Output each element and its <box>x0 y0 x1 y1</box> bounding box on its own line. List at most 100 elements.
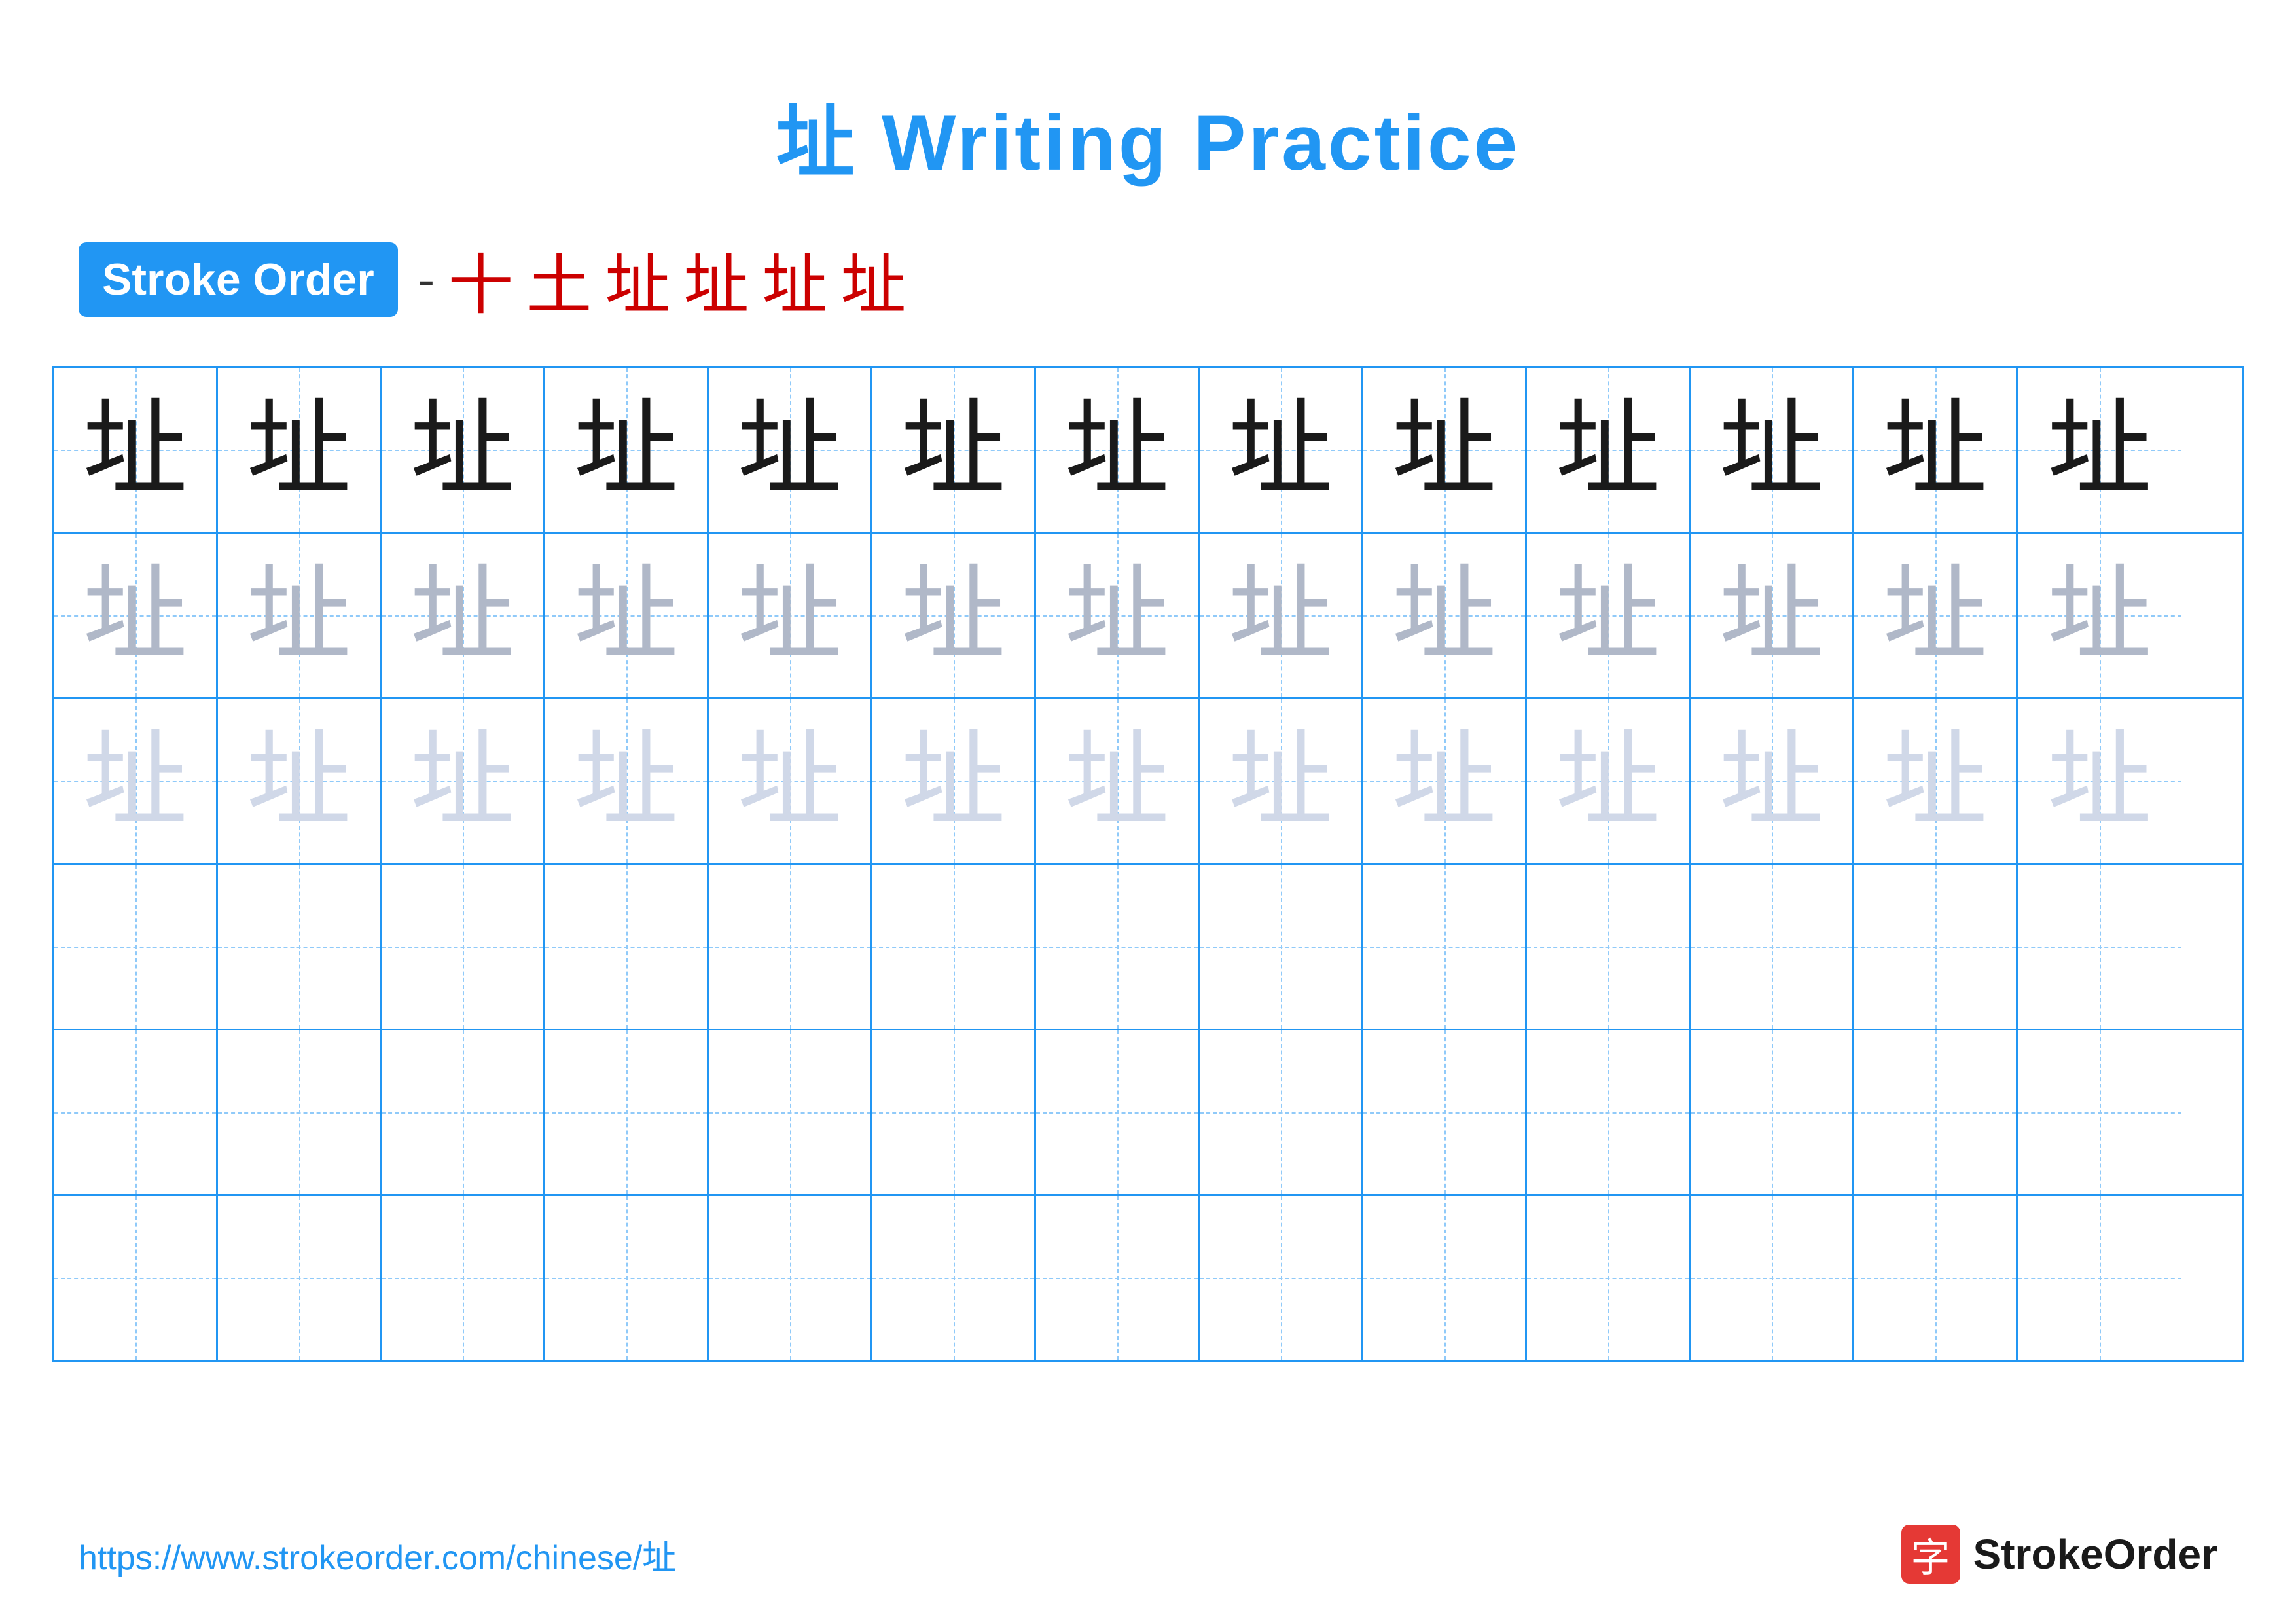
practice-char: 址 <box>1719 397 1823 502</box>
grid-cell-4-11[interactable] <box>1854 1030 2018 1194</box>
grid-cell-1-11[interactable]: 址 <box>1854 534 2018 697</box>
footer-logo: 字 StrokeOrder <box>1901 1525 2217 1584</box>
grid-cell-5-6[interactable] <box>1036 1196 1200 1360</box>
grid-cell-4-5[interactable] <box>872 1030 1036 1194</box>
grid-cell-5-10[interactable] <box>1691 1196 1854 1360</box>
grid-cell-0-5[interactable]: 址 <box>872 368 1036 532</box>
grid-cell-1-3[interactable]: 址 <box>545 534 709 697</box>
grid-cell-2-0[interactable]: 址 <box>54 699 218 863</box>
grid-cell-5-0[interactable] <box>54 1196 218 1360</box>
grid-cell-4-7[interactable] <box>1200 1030 1363 1194</box>
grid-cell-1-12[interactable]: 址 <box>2018 534 2181 697</box>
stroke-5: 址 <box>762 232 827 327</box>
practice-char: 址 <box>1228 729 1333 833</box>
grid-cell-4-1[interactable] <box>218 1030 382 1194</box>
grid-cell-5-3[interactable] <box>545 1196 709 1360</box>
grid-cell-0-6[interactable]: 址 <box>1036 368 1200 532</box>
grid-cell-2-7[interactable]: 址 <box>1200 699 1363 863</box>
grid-cell-2-4[interactable]: 址 <box>709 699 872 863</box>
practice-char: 址 <box>1391 729 1496 833</box>
grid-cell-1-4[interactable]: 址 <box>709 534 872 697</box>
grid-cell-4-10[interactable] <box>1691 1030 1854 1194</box>
grid-cell-1-5[interactable]: 址 <box>872 534 1036 697</box>
footer-url[interactable]: https://www.strokeorder.com/chinese/址 <box>79 1530 676 1579</box>
grid-cell-4-2[interactable] <box>382 1030 545 1194</box>
grid-cell-1-0[interactable]: 址 <box>54 534 218 697</box>
grid-cell-3-4[interactable] <box>709 865 872 1029</box>
grid-cell-5-4[interactable] <box>709 1196 872 1360</box>
grid-cell-3-11[interactable] <box>1854 865 2018 1029</box>
grid-cell-0-9[interactable]: 址 <box>1527 368 1691 532</box>
grid-cell-5-5[interactable] <box>872 1196 1036 1360</box>
practice-char: 址 <box>901 729 1005 833</box>
grid-cell-2-10[interactable]: 址 <box>1691 699 1854 863</box>
grid-cell-3-10[interactable] <box>1691 865 1854 1029</box>
grid-cell-5-11[interactable] <box>1854 1196 2018 1360</box>
practice-char: 址 <box>1555 563 1660 668</box>
practice-char: 址 <box>246 563 351 668</box>
grid-cell-1-2[interactable]: 址 <box>382 534 545 697</box>
grid-row-3 <box>54 865 2242 1030</box>
grid-cell-2-5[interactable]: 址 <box>872 699 1036 863</box>
grid-cell-3-2[interactable] <box>382 865 545 1029</box>
grid-cell-4-8[interactable] <box>1363 1030 1527 1194</box>
grid-cell-3-3[interactable] <box>545 865 709 1029</box>
grid-cell-0-3[interactable]: 址 <box>545 368 709 532</box>
grid-cell-1-8[interactable]: 址 <box>1363 534 1527 697</box>
practice-char: 址 <box>1719 563 1823 668</box>
grid-cell-4-3[interactable] <box>545 1030 709 1194</box>
grid-cell-4-6[interactable] <box>1036 1030 1200 1194</box>
grid-cell-0-0[interactable]: 址 <box>54 368 218 532</box>
grid-cell-0-1[interactable]: 址 <box>218 368 382 532</box>
grid-cell-0-2[interactable]: 址 <box>382 368 545 532</box>
grid-cell-3-0[interactable] <box>54 865 218 1029</box>
grid-cell-2-6[interactable]: 址 <box>1036 699 1200 863</box>
grid-cell-0-8[interactable]: 址 <box>1363 368 1527 532</box>
grid-cell-3-12[interactable] <box>2018 865 2181 1029</box>
grid-cell-0-4[interactable]: 址 <box>709 368 872 532</box>
grid-cell-5-2[interactable] <box>382 1196 545 1360</box>
practice-char: 址 <box>1391 397 1496 502</box>
grid-cell-2-12[interactable]: 址 <box>2018 699 2181 863</box>
grid-cell-1-9[interactable]: 址 <box>1527 534 1691 697</box>
grid-cell-3-7[interactable] <box>1200 865 1363 1029</box>
grid-cell-3-5[interactable] <box>872 865 1036 1029</box>
logo-icon: 字 <box>1901 1525 1960 1584</box>
grid-cell-2-9[interactable]: 址 <box>1527 699 1691 863</box>
grid-cell-0-7[interactable]: 址 <box>1200 368 1363 532</box>
grid-cell-1-6[interactable]: 址 <box>1036 534 1200 697</box>
grid-cell-0-10[interactable]: 址 <box>1691 368 1854 532</box>
practice-char: 址 <box>410 397 514 502</box>
grid-cell-5-12[interactable] <box>2018 1196 2181 1360</box>
grid-cell-2-1[interactable]: 址 <box>218 699 382 863</box>
grid-cell-2-3[interactable]: 址 <box>545 699 709 863</box>
grid-cell-1-10[interactable]: 址 <box>1691 534 1854 697</box>
grid-cell-2-11[interactable]: 址 <box>1854 699 2018 863</box>
grid-cell-5-9[interactable] <box>1527 1196 1691 1360</box>
practice-char: 址 <box>1555 729 1660 833</box>
practice-char: 址 <box>1228 563 1333 668</box>
grid-cell-3-1[interactable] <box>218 865 382 1029</box>
practice-char: 址 <box>1882 397 1987 502</box>
grid-cell-4-4[interactable] <box>709 1030 872 1194</box>
grid-cell-5-8[interactable] <box>1363 1196 1527 1360</box>
grid-cell-2-2[interactable]: 址 <box>382 699 545 863</box>
grid-cell-4-9[interactable] <box>1527 1030 1691 1194</box>
grid-cell-1-7[interactable]: 址 <box>1200 534 1363 697</box>
practice-char: 址 <box>901 563 1005 668</box>
grid-cell-1-1[interactable]: 址 <box>218 534 382 697</box>
grid-cell-4-0[interactable] <box>54 1030 218 1194</box>
practice-char: 址 <box>737 563 842 668</box>
grid-cell-5-1[interactable] <box>218 1196 382 1360</box>
grid-cell-0-11[interactable]: 址 <box>1854 368 2018 532</box>
grid-cell-3-9[interactable] <box>1527 865 1691 1029</box>
grid-cell-4-12[interactable] <box>2018 1030 2181 1194</box>
stroke-order-section: Stroke Order - 十 土 址 址 址 址 <box>0 192 2296 353</box>
grid-cell-3-6[interactable] <box>1036 865 1200 1029</box>
grid-cell-2-8[interactable]: 址 <box>1363 699 1527 863</box>
grid-cell-3-8[interactable] <box>1363 865 1527 1029</box>
practice-char: 址 <box>1555 397 1660 502</box>
grid-cell-5-7[interactable] <box>1200 1196 1363 1360</box>
grid-cell-0-12[interactable]: 址 <box>2018 368 2181 532</box>
stroke-dash: - <box>418 249 435 310</box>
